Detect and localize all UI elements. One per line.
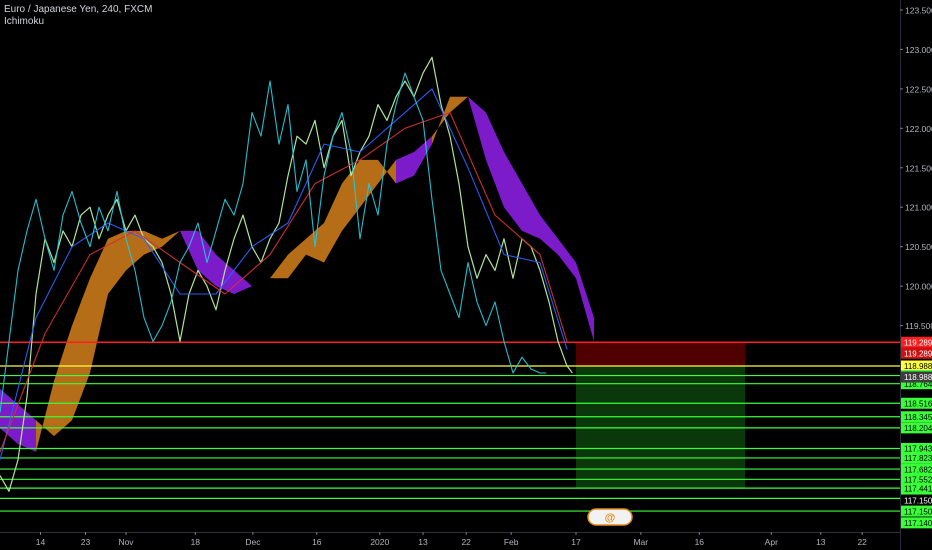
price-tick-label: 120.500 [905,242,932,252]
symbol-title[interactable]: Euro / Japanese Yen, 240, FXCM [4,4,152,16]
price-tick-label: 120.000 [905,282,932,292]
price-badge-label: 117.140 [904,519,932,528]
take-profit-zone[interactable] [576,366,746,489]
position-box[interactable] [576,342,746,489]
price-badge-label: 117.150 [904,507,932,516]
price-tick-label: 122.500 [905,84,932,94]
stop-loss-zone[interactable] [576,342,746,367]
price-badge-label: 118.988 [904,373,932,382]
price-tick-label: 121.500 [905,163,932,173]
chart-legend: Euro / Japanese Yen, 240, FXCM Ichimoku [4,4,152,28]
indicator-name[interactable]: Ichimoku [4,16,152,28]
time-tick-label: Apr [765,537,778,547]
price-badge-label: 117.823 [904,454,932,463]
time-tick-label: 22 [461,537,471,547]
time-axis[interactable]: 14 23 Nov 18 Dec 16 2020 13 22 Feb 17 Mar 16 Apr 13 22 [0,532,900,550]
price-badge-label: 117.682 [904,465,932,474]
time-tick-label: 16 [312,537,322,547]
time-tick-label: 16 [695,537,705,547]
time-tick-label: Feb [504,537,519,547]
time-tick-label: 22 [857,537,867,547]
watermark-logo: @ [587,508,633,526]
time-tick-label: 2020 [370,537,389,547]
price-axis[interactable]: 123.500 123.000 122.500 122.000 121.500 121.0… [900,0,932,550]
time-tick-label: 23 [81,537,91,547]
time-tick-label: Nov [118,537,134,547]
price-badge-label: 118.988 [904,362,932,371]
time-tick-label: 18 [191,537,201,547]
price-chart[interactable]: 123.500 123.000 122.500 122.000 121.500 121.0… [0,0,932,550]
price-badge-label: 118.516 [904,399,932,408]
time-tick-label: Dec [245,537,261,547]
time-tick-label: Mar [633,537,648,547]
price-badge-label: 119.289 [904,349,932,358]
price-badge-label: 117.150 [904,496,932,505]
chart-app: 123.500 123.000 122.500 122.000 121.500 121.0… [0,0,932,550]
price-badge-label: 118.204 [904,424,932,433]
price-badge-label: 117.943 [904,445,932,454]
time-tick-label: 17 [571,537,581,547]
price-badge-label: 118.345 [904,413,932,422]
price-badge-label: 119.289 [904,338,932,347]
price-tick-label: 122.000 [905,124,932,134]
time-tick-label: 13 [418,537,428,547]
watermark-text: @ [605,512,616,524]
price-badge-label: 117.441 [904,484,932,493]
time-tick-label: 14 [36,537,46,547]
price-tick-label: 121.000 [905,203,932,213]
price-tick-label: 119.500 [905,321,932,331]
time-tick-label: 13 [816,537,826,547]
price-tick-label: 123.000 [905,45,932,55]
price-tick-label: 123.500 [905,5,932,15]
